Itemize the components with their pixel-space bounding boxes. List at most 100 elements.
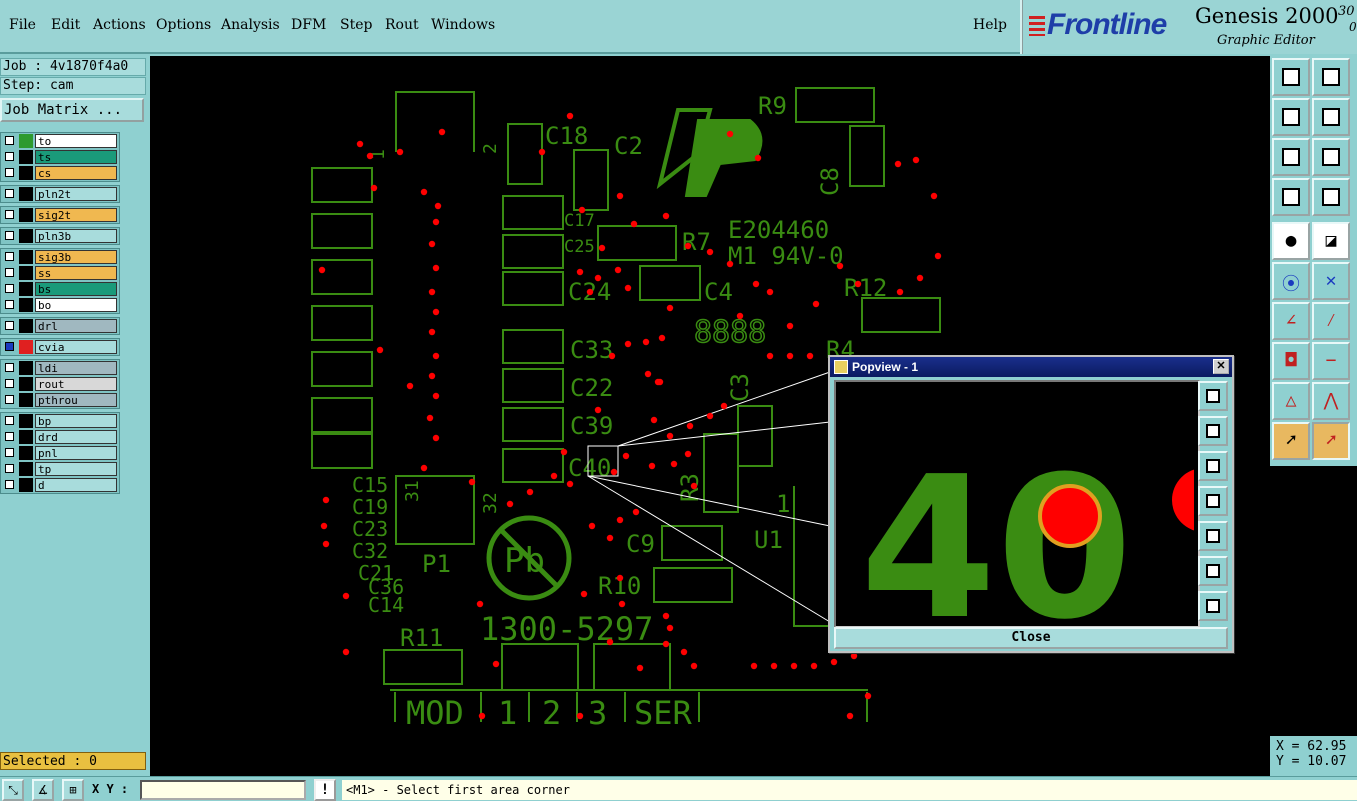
layer-color-swatch[interactable] — [19, 462, 33, 476]
layer-color-swatch[interactable] — [19, 166, 33, 180]
layer-name[interactable]: cvia — [35, 340, 117, 354]
menu-file[interactable]: File — [9, 17, 36, 33]
layer-row-cvia[interactable]: cvia — [1, 339, 119, 355]
rt-slant[interactable]: ⁄ — [1312, 302, 1350, 340]
layer-row-pln2t[interactable]: pln2t — [1, 186, 119, 202]
layer-row-ts[interactable]: ts — [1, 149, 119, 165]
rt-cross[interactable]: ✕ — [1312, 262, 1350, 300]
layer-color-swatch[interactable] — [19, 187, 33, 201]
layer-color-swatch[interactable] — [19, 250, 33, 264]
layer-color-swatch[interactable] — [19, 282, 33, 296]
layer-name[interactable]: sig2t — [35, 208, 117, 222]
layer-color-swatch[interactable] — [19, 430, 33, 444]
layer-checkbox[interactable] — [5, 342, 14, 351]
layer-name[interactable]: pthrou — [35, 393, 117, 407]
layer-row-pthrou[interactable]: pthrou — [1, 392, 119, 408]
layer-color-swatch[interactable] — [19, 478, 33, 492]
layer-color-swatch[interactable] — [19, 340, 33, 354]
layer-checkbox[interactable] — [5, 300, 14, 309]
layer-color-swatch[interactable] — [19, 361, 33, 375]
rt-pan-left[interactable] — [1272, 98, 1310, 136]
menu-step[interactable]: Step — [340, 17, 372, 33]
layer-name[interactable]: sig3b — [35, 250, 117, 264]
rt-snap[interactable] — [1312, 178, 1350, 216]
layer-name[interactable]: ldi — [35, 361, 117, 375]
layer-name[interactable]: ss — [35, 266, 117, 280]
pop-tool-pan-right[interactable] — [1198, 521, 1228, 551]
measure-button[interactable]: ∡ — [32, 779, 54, 801]
layer-name[interactable]: drl — [35, 319, 117, 333]
layer-checkbox[interactable] — [5, 448, 14, 457]
layer-row-ss[interactable]: ss — [1, 265, 119, 281]
layer-checkbox[interactable] — [5, 152, 14, 161]
layer-checkbox[interactable] — [5, 136, 14, 145]
rt-pan-down[interactable] — [1312, 58, 1350, 96]
layer-checkbox[interactable] — [5, 480, 14, 489]
close-icon[interactable]: ✕ — [1213, 359, 1229, 374]
layer-checkbox[interactable] — [5, 252, 14, 261]
rt-pointer[interactable]: ➚ — [1272, 422, 1310, 460]
rt-line-edit[interactable]: − — [1312, 342, 1350, 380]
pop-tool-zoom-fit[interactable] — [1198, 381, 1228, 411]
rt-triangle[interactable]: △ — [1272, 382, 1310, 420]
layer-row-drl[interactable]: drl — [1, 318, 119, 334]
layer-checkbox[interactable] — [5, 231, 14, 240]
layer-color-swatch[interactable] — [19, 319, 33, 333]
layer-name[interactable]: tp — [35, 462, 117, 476]
layer-checkbox[interactable] — [5, 210, 14, 219]
rt-connect[interactable]: ⦿ — [1272, 262, 1310, 300]
layer-checkbox[interactable] — [5, 268, 14, 277]
rt-measure[interactable] — [1272, 178, 1310, 216]
layer-checkbox[interactable] — [5, 321, 14, 330]
layer-row-bo[interactable]: bo — [1, 297, 119, 313]
pop-tool-zoom-in[interactable] — [1198, 556, 1228, 586]
layer-row-d[interactable]: d — [1, 477, 119, 493]
layer-checkbox[interactable] — [5, 189, 14, 198]
layer-color-swatch[interactable] — [19, 393, 33, 407]
rt-angle[interactable]: ∠ — [1272, 302, 1310, 340]
layer-color-swatch[interactable] — [19, 298, 33, 312]
layer-color-swatch[interactable] — [19, 229, 33, 243]
layer-color-swatch[interactable] — [19, 150, 33, 164]
menu-rout[interactable]: Rout — [385, 17, 419, 33]
layer-row-bs[interactable]: bs — [1, 281, 119, 297]
layer-color-swatch[interactable] — [19, 446, 33, 460]
layer-color-swatch[interactable] — [19, 208, 33, 222]
zoom-area-button[interactable]: ⤡ — [2, 779, 24, 801]
layer-row-pln3b[interactable]: pln3b — [1, 228, 119, 244]
pop-tool-pan-up[interactable] — [1198, 416, 1228, 446]
layer-name[interactable]: bo — [35, 298, 117, 312]
rt-zoom-out[interactable] — [1312, 138, 1350, 176]
layer-color-swatch[interactable] — [19, 414, 33, 428]
rt-pad-edit[interactable]: ◘ — [1272, 342, 1310, 380]
layer-row-sig3b[interactable]: sig3b — [1, 249, 119, 265]
pop-tool-pan-down[interactable] — [1198, 451, 1228, 481]
pop-tool-pan-left[interactable] — [1198, 486, 1228, 516]
layer-row-to[interactable]: to — [1, 133, 119, 149]
menu-edit[interactable]: Edit — [51, 17, 80, 33]
popview-canvas[interactable]: 40 — [834, 380, 1200, 628]
layer-name[interactable]: cs — [35, 166, 117, 180]
layer-name[interactable]: ts — [35, 150, 117, 164]
xy-input[interactable] — [140, 780, 306, 800]
layer-name[interactable]: pnl — [35, 446, 117, 460]
menu-actions[interactable]: Actions — [93, 17, 146, 33]
menu-options[interactable]: Options — [156, 17, 211, 33]
layer-name[interactable]: to — [35, 134, 117, 148]
layer-color-swatch[interactable] — [19, 266, 33, 280]
layer-row-sig2t[interactable]: sig2t — [1, 207, 119, 223]
layer-checkbox[interactable] — [5, 168, 14, 177]
menu-dfm[interactable]: DFM — [291, 17, 326, 33]
layer-checkbox[interactable] — [5, 416, 14, 425]
menu-windows[interactable]: Windows — [431, 17, 495, 33]
layer-row-rout[interactable]: rout — [1, 376, 119, 392]
popview-titlebar[interactable]: Popview - 1 ✕ — [830, 357, 1232, 377]
rt-pan-up[interactable] — [1272, 58, 1310, 96]
layer-name[interactable]: d — [35, 478, 117, 492]
layer-row-pnl[interactable]: pnl — [1, 445, 119, 461]
layer-name[interactable]: pln3b — [35, 229, 117, 243]
rt-select-pad[interactable]: ● — [1272, 222, 1310, 260]
layer-row-drd[interactable]: drd — [1, 429, 119, 445]
menu-analysis[interactable]: Analysis — [221, 17, 280, 33]
layer-name[interactable]: bs — [35, 282, 117, 296]
